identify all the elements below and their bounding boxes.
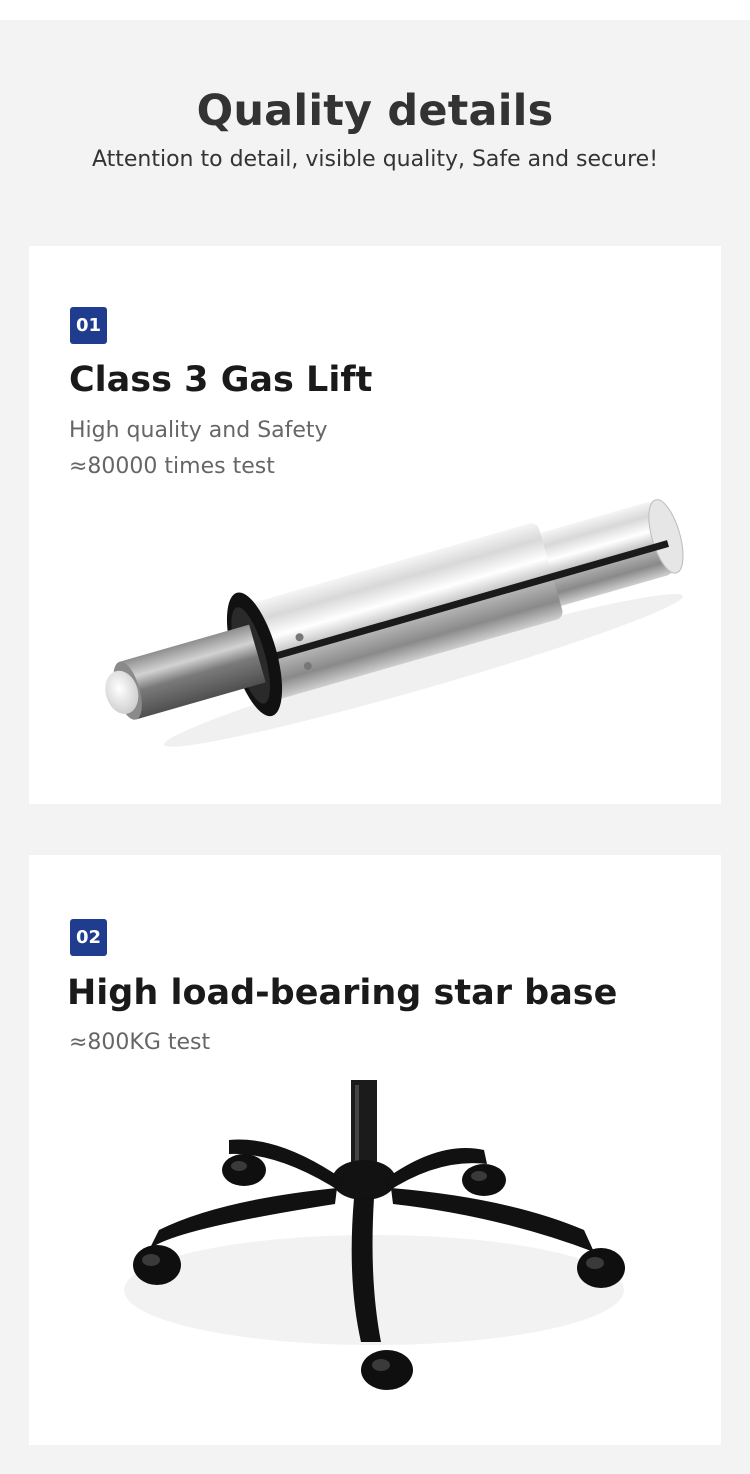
- feature-description-line: ≈800KG test: [69, 1030, 211, 1055]
- gas-lift-cylinder-image: [105, 499, 684, 747]
- top-strip: [0, 0, 750, 20]
- section-subtitle: Attention to detail, visible quality, Sa…: [91, 147, 659, 172]
- feature-card-star-base: 02 High load-bearing star base ≈800KG te…: [29, 855, 721, 1445]
- feature-title: Class 3 Gas Lift: [69, 360, 373, 400]
- feature-number-badge: 01: [70, 307, 107, 344]
- feature-number-badge: 02: [70, 919, 107, 956]
- feature-description-line: High quality and Safety: [69, 418, 328, 443]
- section-title: Quality details: [196, 86, 554, 136]
- feature-title: High load-bearing star base: [67, 973, 618, 1013]
- feature-card-gas-lift: 01 Class 3 Gas Lift High quality and Saf…: [29, 246, 721, 804]
- section-header: Quality details Attention to detail, vis…: [0, 80, 750, 176]
- star-base-image: [124, 1080, 625, 1390]
